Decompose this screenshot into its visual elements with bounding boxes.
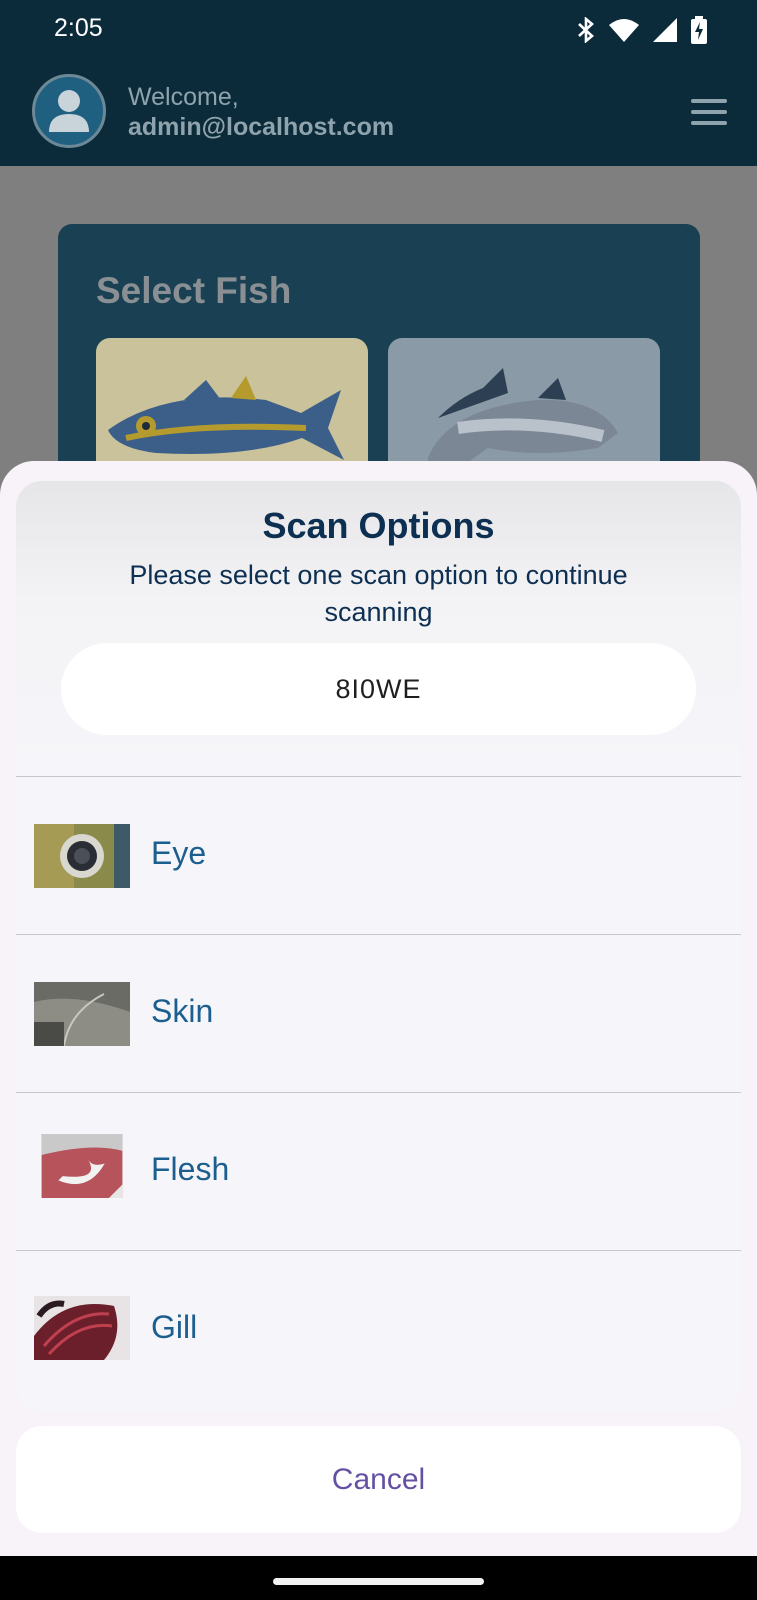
- scan-options-sheet: Scan Options Please select one scan opti…: [0, 461, 757, 1556]
- eye-thumbnail: [34, 824, 130, 888]
- option-label: Skin: [151, 993, 214, 1029]
- scan-option-gill[interactable]: Gill: [16, 1250, 741, 1409]
- app-header: Welcome, admin@localhost.com: [0, 62, 757, 166]
- sheet-title: Scan Options: [262, 505, 495, 546]
- scan-option-eye[interactable]: Eye: [16, 776, 741, 935]
- scan-option-flesh[interactable]: Flesh: [16, 1092, 741, 1251]
- select-fish-title: Select Fish: [96, 270, 292, 311]
- welcome-label: Welcome,: [128, 83, 239, 111]
- option-label: Flesh: [151, 1151, 230, 1187]
- battery-charging-icon: [691, 16, 707, 44]
- status-bar: 2:05: [0, 0, 757, 62]
- scan-option-skin[interactable]: Skin: [16, 934, 741, 1093]
- skin-thumbnail: [34, 982, 130, 1046]
- home-gesture-handle[interactable]: [273, 1578, 484, 1585]
- scan-code-field[interactable]: 8I0WE: [61, 643, 696, 735]
- navigation-bar: [0, 1556, 757, 1600]
- status-time: 2:05: [54, 14, 103, 42]
- gill-thumbnail: [34, 1296, 130, 1360]
- option-label: Gill: [151, 1309, 198, 1345]
- signal-icon: [653, 18, 677, 42]
- hamburger-menu-icon[interactable]: [691, 99, 727, 125]
- cancel-button[interactable]: Cancel: [16, 1426, 741, 1533]
- option-label: Eye: [151, 835, 207, 871]
- user-email: admin@localhost.com: [128, 113, 395, 141]
- sheet-subtitle: Please select one scan option to continu…: [129, 560, 628, 627]
- status-icons: [577, 15, 707, 45]
- panel-header: Scan Options Please select one scan opti…: [16, 481, 741, 776]
- scan-options-panel: Scan Options Please select one scan opti…: [16, 481, 741, 1411]
- flesh-thumbnail: [41, 1134, 123, 1198]
- wifi-icon: [609, 18, 639, 42]
- person-icon: [44, 84, 94, 139]
- avatar[interactable]: [32, 74, 106, 148]
- welcome-text: Welcome, admin@localhost.com: [128, 82, 394, 142]
- bluetooth-icon: [577, 17, 595, 43]
